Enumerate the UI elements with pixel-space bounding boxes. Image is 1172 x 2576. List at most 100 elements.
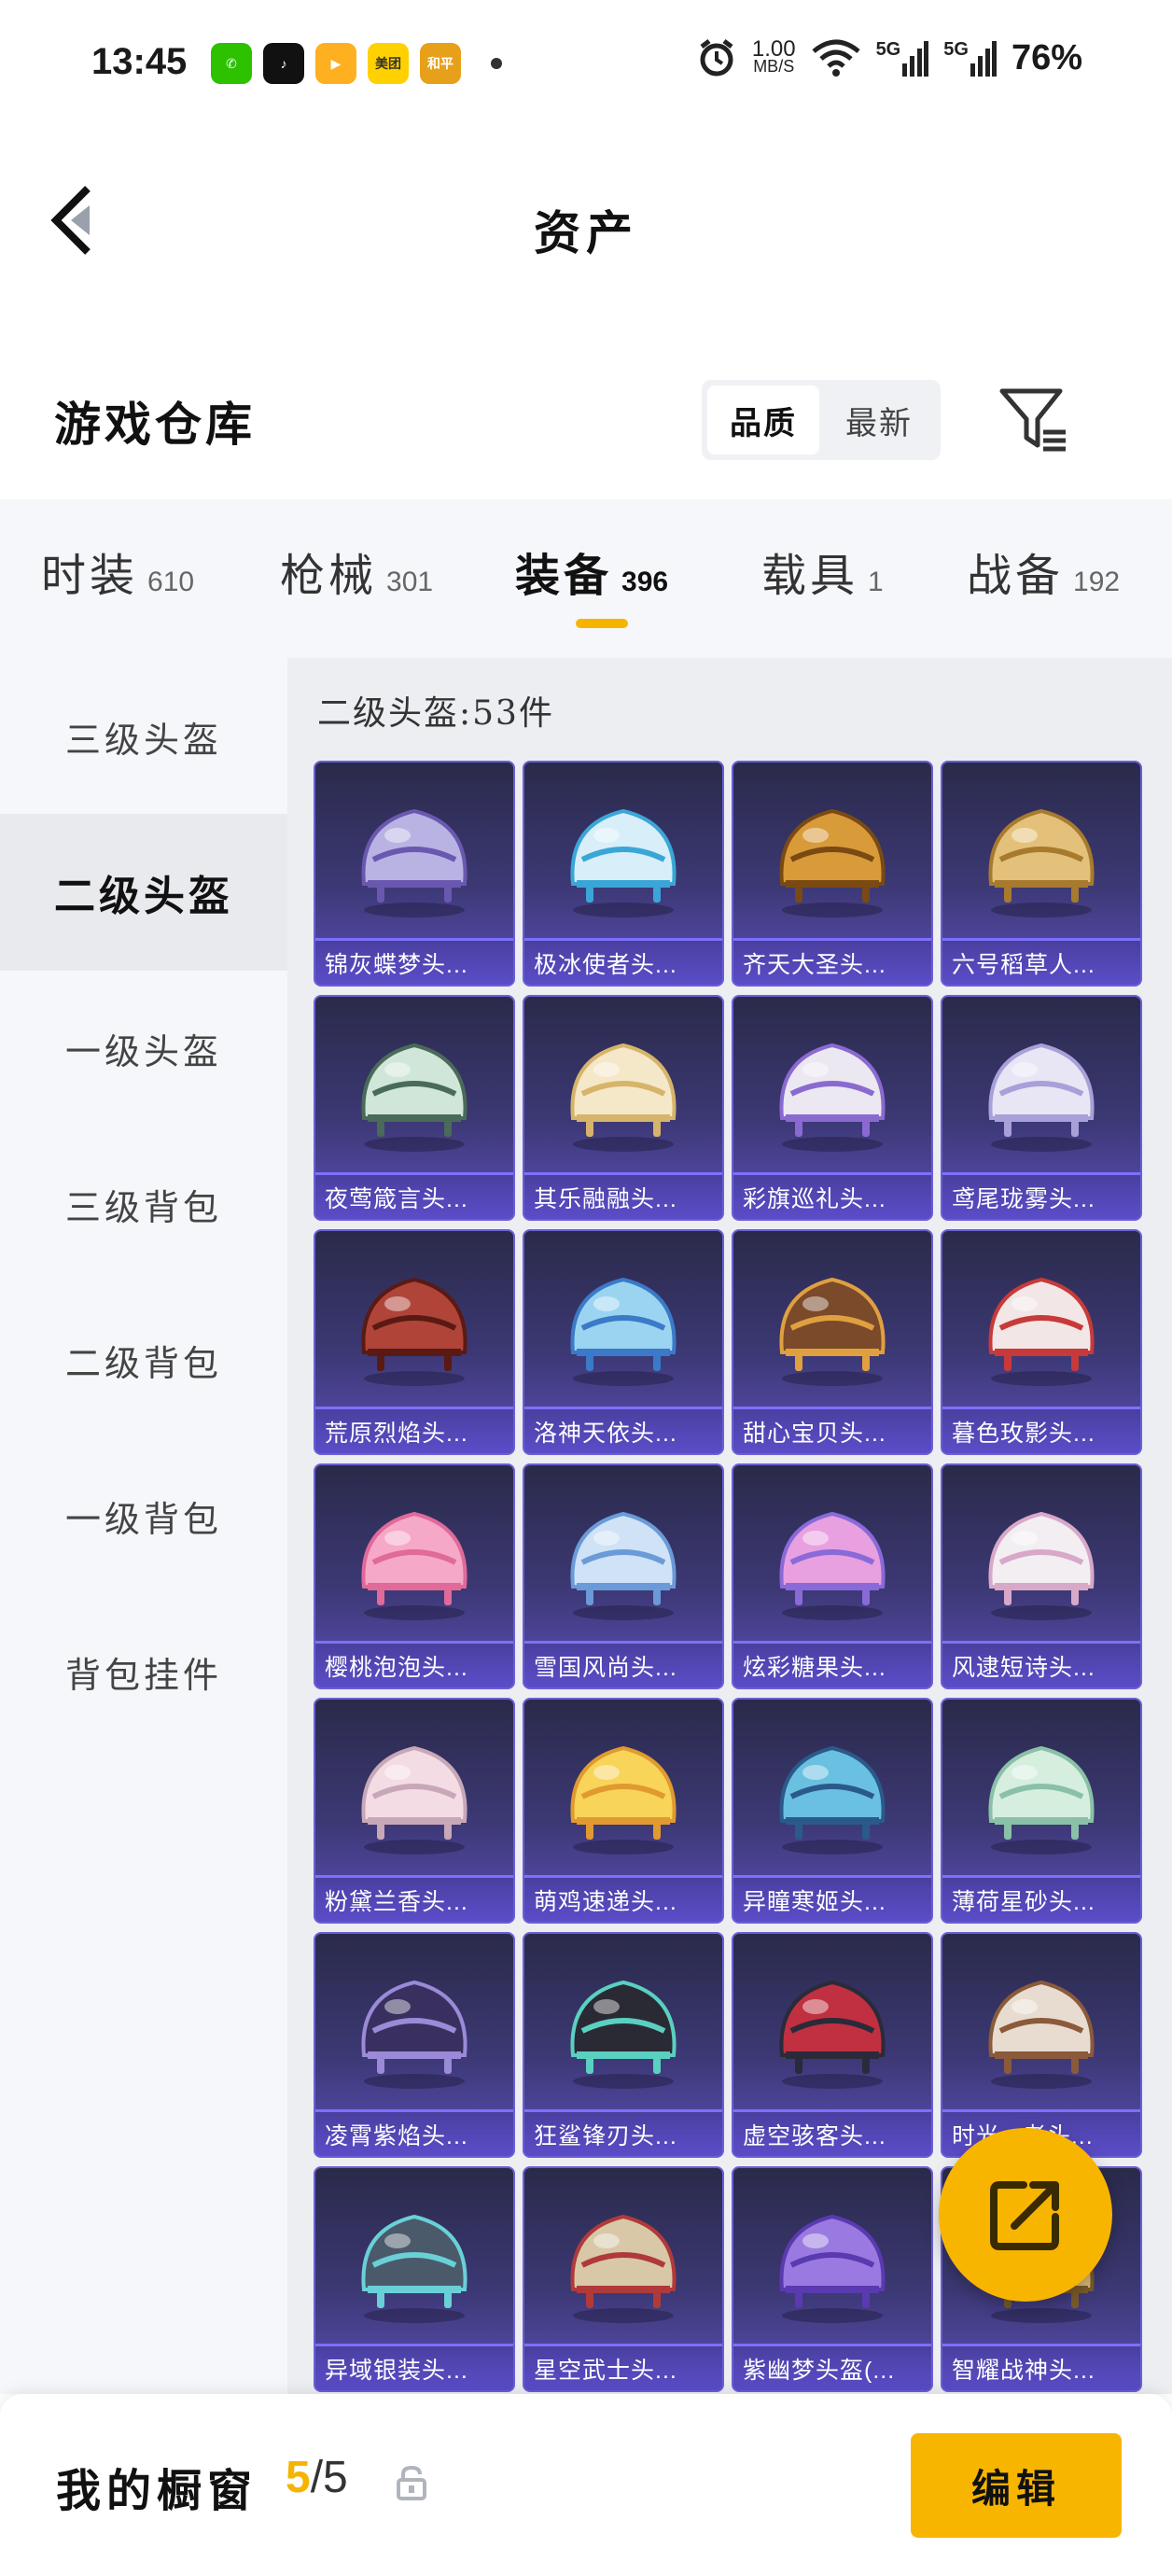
sidebar-item-1[interactable]: 二级头盔 <box>0 814 287 971</box>
warehouse-header: 游戏仓库 品质 最新 <box>0 369 1172 471</box>
helmet-icon <box>570 1511 677 1620</box>
item-card[interactable]: 其乐融融头... <box>523 995 724 1221</box>
item-card-label: 极冰使者头... <box>524 938 722 985</box>
item-card-label: 齐天大圣头... <box>733 938 931 985</box>
item-card[interactable]: 粉黛兰香头... <box>314 1698 515 1924</box>
page-title: 资产 <box>534 205 638 260</box>
section-title: 游戏仓库 <box>54 397 256 452</box>
net-speed-unit: MB/S <box>753 57 795 76</box>
item-card[interactable]: 萌鸡速递头... <box>523 1698 724 1924</box>
item-card[interactable]: 齐天大圣头... <box>732 761 933 987</box>
item-card[interactable]: 风逮短诗头... <box>941 1463 1142 1689</box>
helmet-icon <box>570 1745 677 1855</box>
helmet-icon <box>988 1980 1095 2089</box>
helmet-icon <box>779 1980 886 2089</box>
game-app-icon: 和平 <box>420 43 461 84</box>
tab-1[interactable]: 枪械 301 <box>280 539 433 604</box>
tab-0[interactable]: 时装 610 <box>41 539 194 604</box>
item-card[interactable]: 异域银装头... <box>314 2166 515 2392</box>
tab-label: 装备 <box>515 550 613 602</box>
sidebar-item-3[interactable]: 三级背包 <box>0 1126 287 1282</box>
item-card-label: 炫彩糖果头... <box>733 1641 931 1687</box>
item-card[interactable]: 时光...者头... <box>941 1932 1142 2158</box>
item-card[interactable]: 樱桃泡泡头... <box>314 1463 515 1689</box>
item-card-label: 凌霄紫焰头... <box>315 2109 513 2156</box>
item-card[interactable]: 极冰使者头... <box>523 761 724 987</box>
item-card[interactable]: 暮色玫影头... <box>941 1229 1142 1455</box>
lock-icon <box>397 2465 426 2500</box>
item-card-label: 六号稻草人... <box>942 938 1140 985</box>
item-card-label: 虚空骇客头... <box>733 2109 931 2156</box>
share-fab[interactable] <box>939 2128 1112 2302</box>
wechat-icon: ✆ <box>211 43 252 84</box>
item-card[interactable]: 狂鲨锋刃头... <box>523 1932 724 2158</box>
item-card-label: 锦灰蝶梦头... <box>315 938 513 985</box>
subcategory-sidebar: 三级头盔 二级头盔 一级头盔 三级背包 二级背包 一级背包 背包挂件 <box>0 658 287 2394</box>
helmet-icon <box>570 808 677 917</box>
item-count-label: 二级头盔:53件 <box>317 694 554 733</box>
filter-icon[interactable] <box>998 385 1069 456</box>
tab-2[interactable]: 装备 396 <box>515 539 668 604</box>
tab-3[interactable]: 载具 1 <box>761 539 884 604</box>
item-card[interactable]: 炫彩糖果头... <box>732 1463 933 1689</box>
item-card[interactable]: 紫幽梦头盔(... <box>732 2166 933 2392</box>
item-card[interactable]: 凌霄紫焰头... <box>314 1932 515 2158</box>
item-card-label: 洛神天依头... <box>524 1407 722 1453</box>
sidebar-item-4[interactable]: 二级背包 <box>0 1281 287 1438</box>
item-card[interactable]: 虚空骇客头... <box>732 1932 933 2158</box>
tiktok-icon: ♪ <box>263 43 304 84</box>
item-card[interactable]: 甜心宝贝头... <box>732 1229 933 1455</box>
tab-count: 610 <box>147 567 195 597</box>
tab-4[interactable]: 战备 192 <box>967 539 1120 604</box>
sort-option-1[interactable]: 最新 <box>823 385 935 455</box>
helmet-icon <box>361 1043 467 1152</box>
helmet-icon <box>779 1277 886 1386</box>
item-card[interactable]: 异瞳寒姬头... <box>732 1698 933 1924</box>
item-card-label: 星空武士头... <box>524 2344 722 2390</box>
item-card[interactable]: 雪国风尚头... <box>523 1463 724 1689</box>
sidebar-item-2[interactable]: 一级头盔 <box>0 970 287 1127</box>
showcase-title: 我的橱窗 <box>56 2465 258 2517</box>
item-card-label: 风逮短诗头... <box>942 1641 1140 1687</box>
item-card-label: 紫幽梦头盔(... <box>733 2344 931 2390</box>
sidebar-item-5[interactable]: 一级背包 <box>0 1437 287 1594</box>
item-card[interactable]: 彩旗巡礼头... <box>732 995 933 1221</box>
tab-count: 1 <box>868 567 884 597</box>
tab-count: 396 <box>621 567 669 597</box>
item-card[interactable]: 六号稻草人... <box>941 761 1142 987</box>
helmet-icon <box>361 1277 467 1386</box>
status-bar: 13:45 ✆ ♪ ▶ 美团 和平 1.00 MB/S 5G 5G 76% <box>0 0 1172 131</box>
helmet-icon <box>361 1511 467 1620</box>
item-card-label: 异域银装头... <box>315 2344 513 2390</box>
item-card-label: 智耀战神头... <box>942 2344 1140 2390</box>
item-card-label: 彩旗巡礼头... <box>733 1172 931 1219</box>
status-time: 13:45 <box>91 41 188 82</box>
helmet-icon <box>779 1745 886 1855</box>
item-card-label: 粉黛兰香头... <box>315 1875 513 1922</box>
item-card[interactable]: 锦灰蝶梦头... <box>314 761 515 987</box>
item-card-label: 薄荷星砂头... <box>942 1875 1140 1922</box>
item-card[interactable]: 荒原烈焰头... <box>314 1229 515 1455</box>
signal-bars-1-icon <box>902 41 929 77</box>
helmet-icon <box>361 808 467 917</box>
item-card-label: 雪国风尚头... <box>524 1641 722 1687</box>
share-external-icon <box>990 2181 1059 2250</box>
edit-button[interactable]: 编辑 <box>911 2433 1122 2538</box>
item-card[interactable]: 星空武士头... <box>523 2166 724 2392</box>
item-card[interactable]: 薄荷星砂头... <box>941 1698 1142 1924</box>
helmet-icon <box>779 2214 886 2323</box>
sidebar-item-6[interactable]: 背包挂件 <box>0 1593 287 1750</box>
item-card[interactable]: 夜莺箴言头... <box>314 995 515 1221</box>
item-card[interactable]: 洛神天依头... <box>523 1229 724 1455</box>
helmet-icon <box>988 1043 1095 1152</box>
signal-icon-2: 5G <box>943 39 997 77</box>
helmet-icon <box>988 1277 1095 1386</box>
signal-icon-1: 5G <box>876 39 929 77</box>
status-indicators: 1.00 MB/S 5G 5G 76% <box>696 37 1082 78</box>
item-card[interactable]: 鸢尾珑雾头... <box>941 995 1142 1221</box>
video-app-icon: ▶ <box>315 43 356 84</box>
sort-option-0[interactable]: 品质 <box>707 385 819 455</box>
tab-label: 战备 <box>967 550 1065 602</box>
active-tab-indicator <box>576 619 628 628</box>
sidebar-item-0[interactable]: 三级头盔 <box>0 658 287 815</box>
